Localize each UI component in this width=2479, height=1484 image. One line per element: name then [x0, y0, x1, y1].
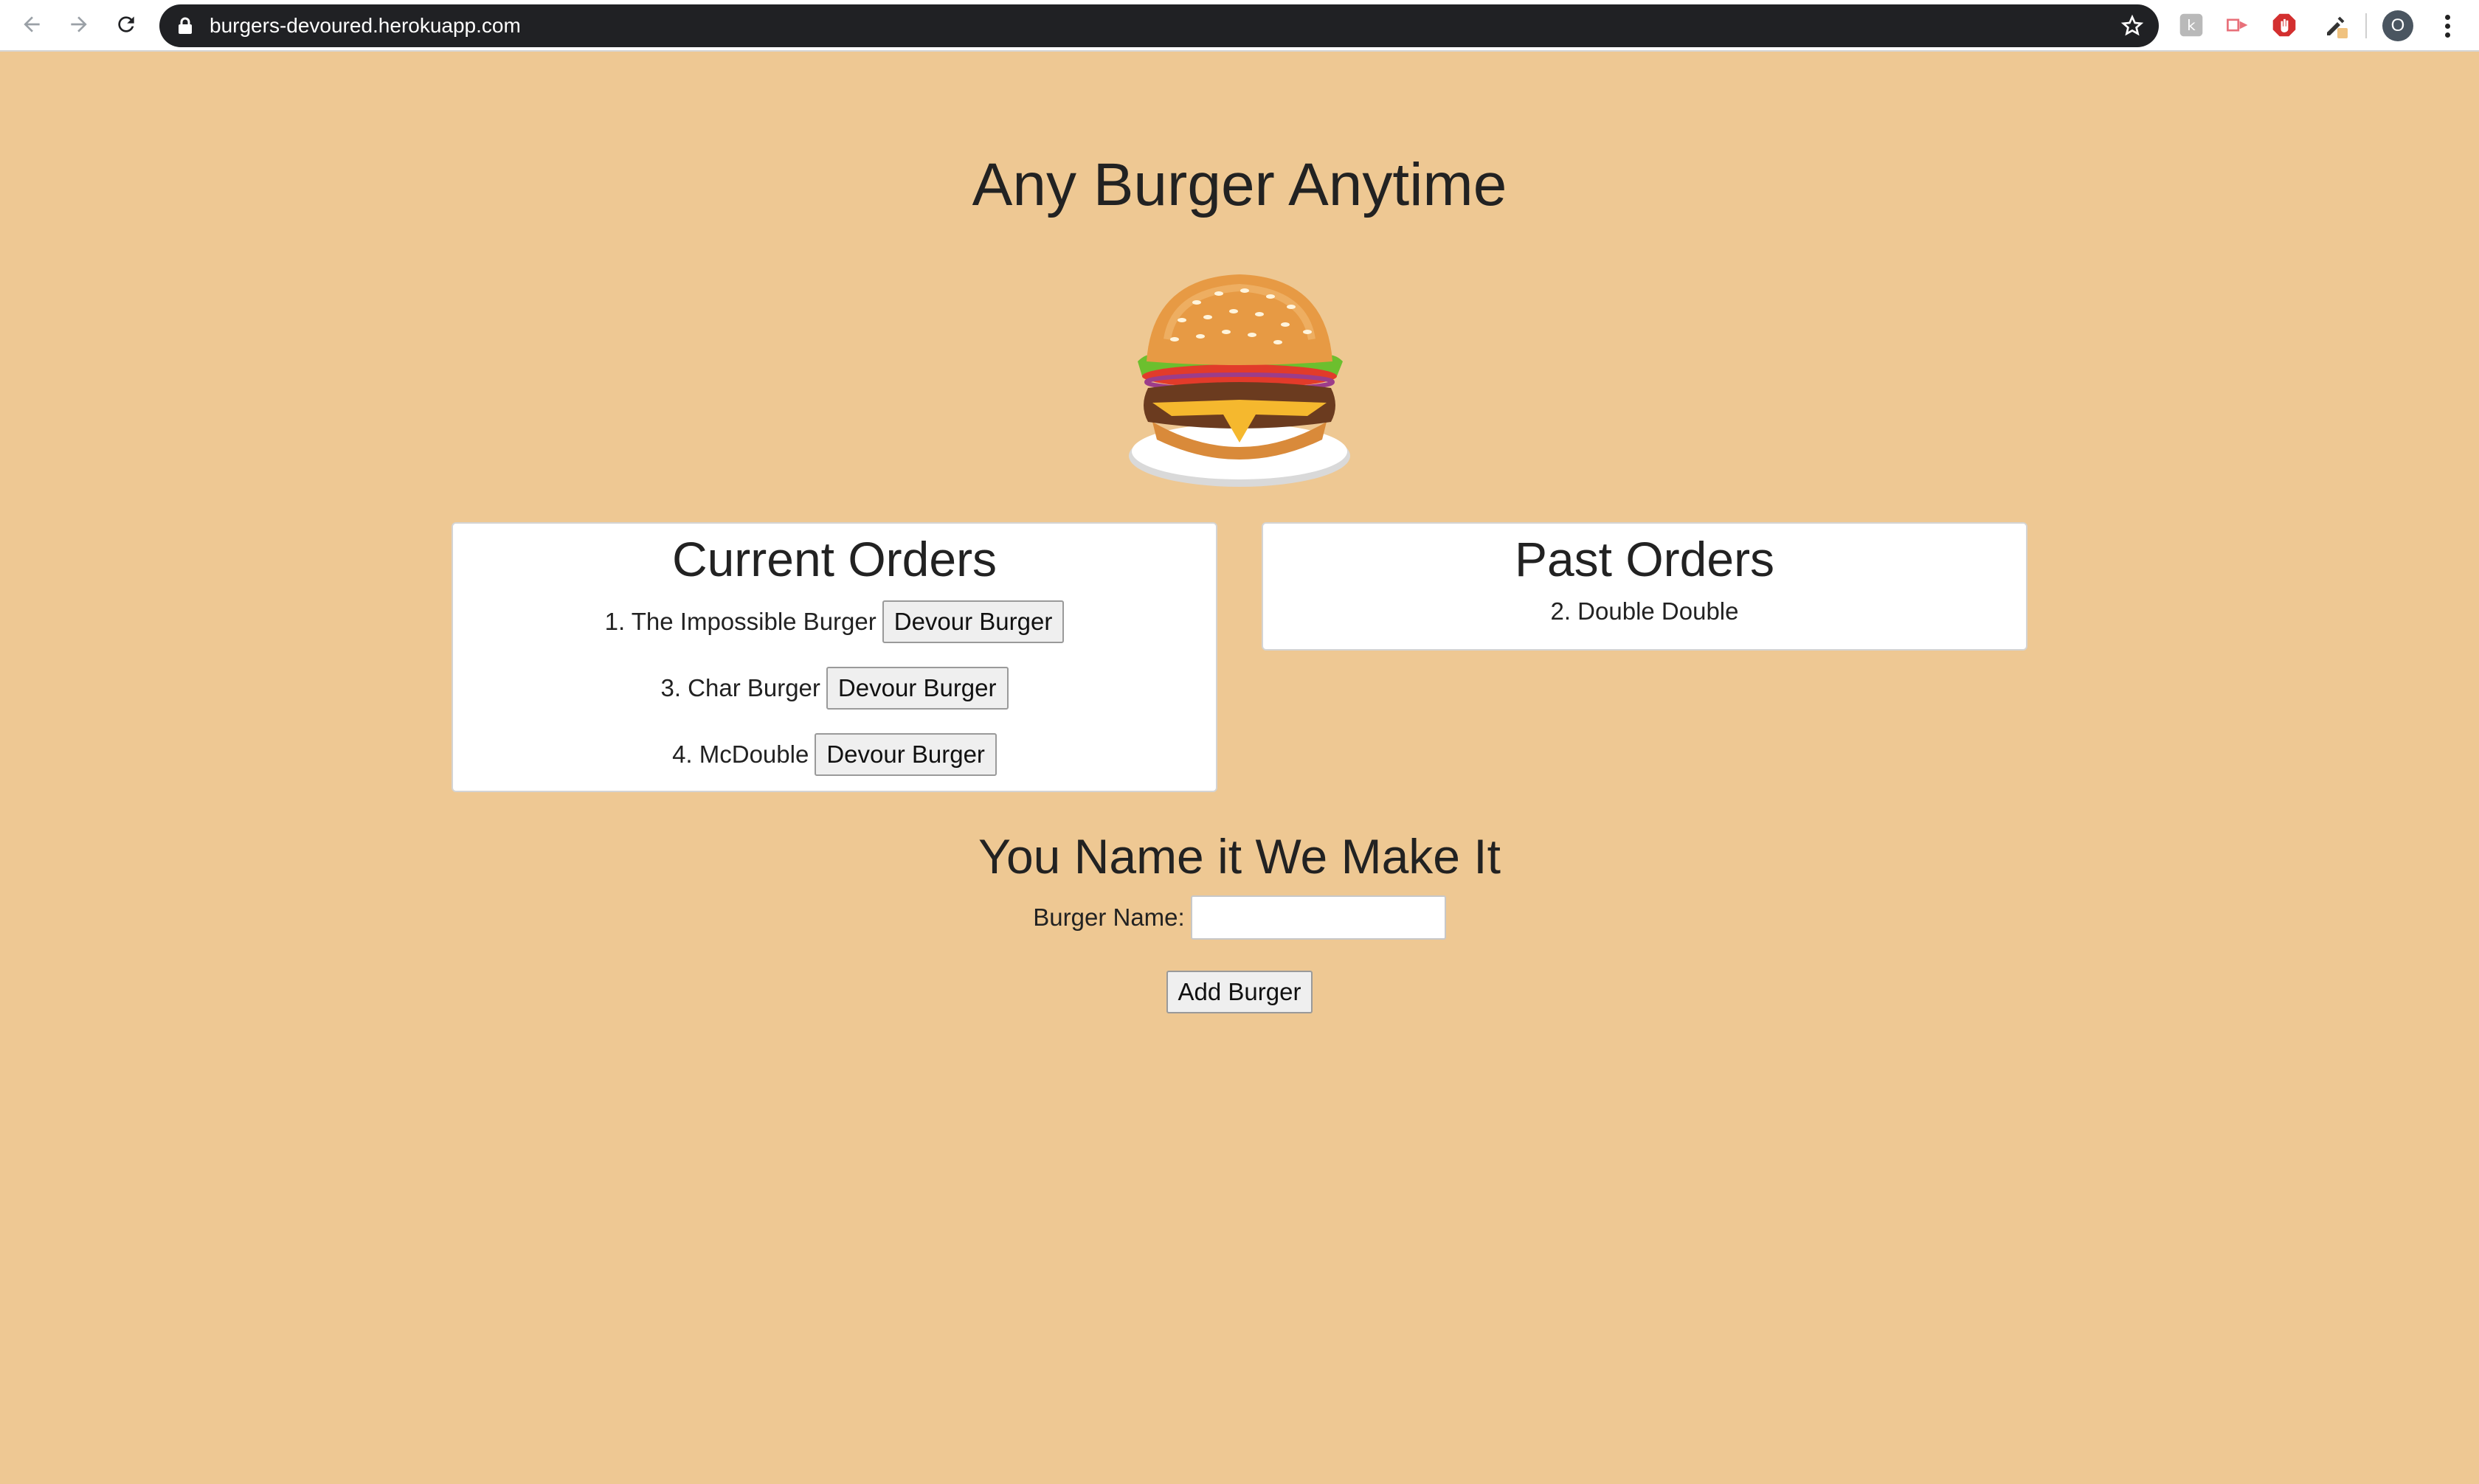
extension-k-icon[interactable]: k: [2177, 10, 2206, 40]
forward-arrow-icon[interactable]: [62, 7, 96, 41]
burger-name-row: Burger Name:: [0, 894, 2479, 941]
extension-adblock-icon[interactable]: [2269, 10, 2299, 40]
burger-icon: [1129, 274, 1350, 487]
browser-menu-icon[interactable]: [2436, 10, 2458, 41]
bookmark-star-icon[interactable]: [2120, 14, 2144, 38]
browser-toolbar: burgers-devoured.herokuapp.com k O: [0, 0, 2479, 52]
form-heading: You Name it We Make It: [978, 829, 1501, 884]
url-text: burgers-devoured.herokuapp.com: [210, 14, 521, 37]
past-orders-heading: Past Orders: [1514, 532, 1775, 586]
devour-burger-button[interactable]: Devour Burger: [882, 600, 1065, 643]
current-orders-panel: Current Orders 1. The Impossible Burger …: [452, 522, 1217, 792]
address-bar[interactable]: burgers-devoured.herokuapp.com: [159, 4, 2159, 47]
current-orders-heading: Current Orders: [671, 532, 998, 586]
order-label: 4. McDouble: [672, 741, 809, 768]
order-row: 3. Char Burger Devour Burger: [453, 655, 1216, 721]
reload-icon[interactable]: [109, 7, 143, 41]
profile-avatar[interactable]: O: [2382, 10, 2413, 41]
past-order-item: 2. Double Double: [1550, 597, 1739, 625]
back-arrow-icon[interactable]: [15, 7, 49, 41]
toolbar-divider: [2365, 13, 2367, 38]
extension-screencast-icon[interactable]: [2222, 10, 2252, 40]
add-burger-wrap: Add Burger: [0, 971, 2479, 1013]
svg-text:k: k: [2187, 17, 2196, 34]
page-title: Any Burger Anytime: [972, 151, 1507, 218]
past-orders-panel: Past Orders 2. Double Double: [1262, 522, 2027, 651]
order-label: 3. Char Burger: [660, 674, 820, 701]
devour-burger-button[interactable]: Devour Burger: [826, 667, 1009, 710]
devour-burger-button[interactable]: Devour Burger: [815, 733, 997, 776]
order-row: 4. McDouble Devour Burger: [453, 721, 1216, 788]
order-row: 1. The Impossible Burger Devour Burger: [453, 589, 1216, 655]
lock-icon: [179, 17, 192, 34]
extension-eyedropper-icon[interactable]: [2321, 10, 2351, 40]
burger-name-input[interactable]: [1190, 895, 1446, 940]
order-label: 1. The Impossible Burger: [604, 608, 877, 635]
burger-name-label: Burger Name:: [1033, 904, 1185, 931]
add-burger-button[interactable]: Add Burger: [1166, 971, 1313, 1013]
